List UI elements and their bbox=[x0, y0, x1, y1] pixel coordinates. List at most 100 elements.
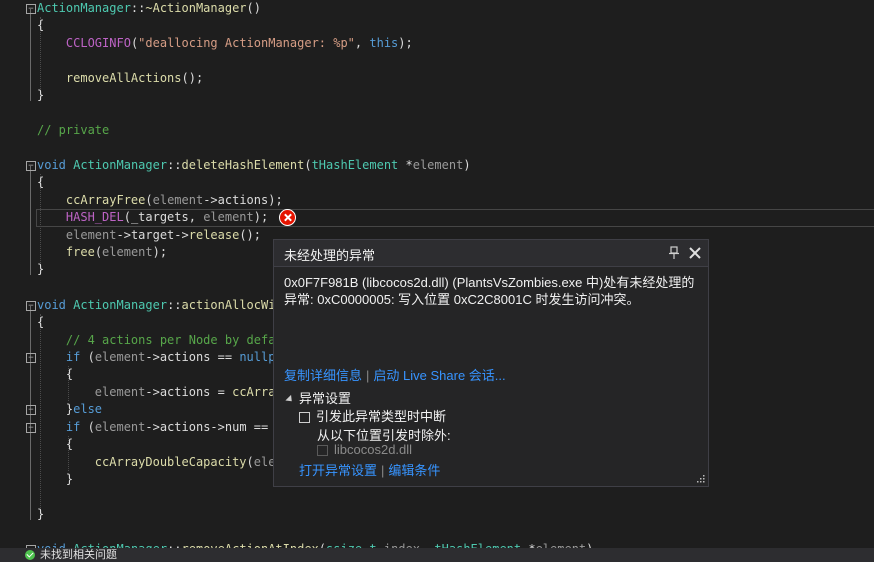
pin-icon[interactable] bbox=[668, 246, 680, 260]
code-text: HASH_DEL(_targets, element); bbox=[37, 209, 268, 226]
live-share-link[interactable]: 启动 Live Share 会话... bbox=[373, 368, 505, 383]
ok-icon bbox=[25, 550, 35, 560]
code-token: * bbox=[398, 158, 413, 172]
fold-toggle-icon[interactable]: − bbox=[26, 161, 36, 171]
code-token: ( bbox=[246, 455, 254, 469]
code-token: // private bbox=[37, 123, 110, 137]
code-line[interactable]: } bbox=[0, 506, 874, 523]
code-token: element bbox=[412, 158, 464, 172]
code-token: ( bbox=[123, 210, 131, 224]
exception-settings-header[interactable]: 异常设置 bbox=[285, 388, 351, 407]
code-token: void bbox=[37, 158, 66, 172]
code-text: }else bbox=[37, 401, 102, 418]
fold-toggle-icon[interactable]: − bbox=[26, 4, 36, 14]
code-token: } bbox=[37, 88, 45, 102]
copy-details-link[interactable]: 复制详细信息 bbox=[284, 368, 362, 383]
resize-grip-icon[interactable] bbox=[696, 474, 705, 483]
popup-title: 未经处理的异常 bbox=[284, 248, 376, 263]
code-line[interactable]: { bbox=[0, 17, 874, 34]
code-token: element bbox=[94, 385, 146, 399]
code-token: // 4 actions per Node by default bbox=[65, 333, 298, 347]
break-when-thrown-row[interactable]: 引发此异常类型时中断 bbox=[299, 406, 446, 425]
code-token: -> bbox=[174, 228, 189, 242]
code-line[interactable]: } bbox=[0, 87, 874, 104]
code-token: element bbox=[203, 210, 254, 224]
code-line[interactable]: { bbox=[0, 174, 874, 191]
code-text: void ActionManager::removeActionAtIndex(… bbox=[37, 541, 593, 548]
collapse-triangle-icon[interactable] bbox=[285, 394, 295, 405]
code-token: (); bbox=[181, 71, 204, 85]
code-line[interactable]: −void ActionManager::removeActionAtIndex… bbox=[0, 541, 874, 548]
code-token: } bbox=[37, 262, 45, 276]
code-token: :: bbox=[167, 298, 182, 312]
code-token: -> bbox=[203, 193, 218, 207]
close-icon[interactable] bbox=[687, 245, 703, 261]
code-text: { bbox=[37, 174, 44, 191]
code-token: ~ActionManager bbox=[145, 1, 247, 15]
code-token: free bbox=[65, 245, 95, 259]
status-text[interactable]: 未找到相关问题 bbox=[40, 548, 117, 562]
code-token: ); bbox=[268, 193, 283, 207]
code-token: release bbox=[188, 228, 240, 242]
code-text: // private bbox=[37, 122, 109, 139]
code-token: -> bbox=[210, 420, 225, 434]
edit-conditions-link[interactable]: 编辑条件 bbox=[388, 463, 440, 478]
code-token: == bbox=[210, 350, 240, 364]
code-token: -> bbox=[116, 228, 131, 242]
code-text: // 4 actions per Node by default bbox=[37, 332, 297, 349]
code-token: ); bbox=[152, 245, 168, 259]
code-token: removeAllActions bbox=[65, 71, 182, 85]
code-line[interactable]: − void ActionManager::deleteHashElement(t… bbox=[0, 157, 874, 174]
module-row: libcocos2d.dll bbox=[317, 442, 412, 457]
code-token: { bbox=[37, 18, 45, 32]
code-token: ); bbox=[398, 36, 413, 50]
code-text: ccArrayFree(element->actions); bbox=[37, 192, 283, 209]
code-text: removeAllActions(); bbox=[37, 70, 203, 87]
code-line[interactable]: removeAllActions(); bbox=[0, 70, 874, 87]
code-token: :: bbox=[167, 158, 182, 172]
code-line[interactable]: CCLOGINFO("deallocing ActionManager: %p"… bbox=[0, 35, 874, 52]
code-line[interactable]: ccArrayFree(element->actions); bbox=[0, 192, 874, 209]
module-checkbox bbox=[317, 445, 328, 457]
code-token: element bbox=[94, 350, 146, 364]
code-token: actions bbox=[159, 420, 211, 434]
code-text: { bbox=[37, 366, 73, 383]
code-token: void bbox=[37, 298, 66, 312]
error-icon[interactable] bbox=[279, 209, 296, 226]
code-token: -> bbox=[145, 350, 160, 364]
break-when-thrown-checkbox[interactable] bbox=[299, 412, 310, 424]
code-token: ( bbox=[304, 158, 312, 172]
code-token: -> bbox=[145, 385, 160, 399]
fold-toggle-icon[interactable]: − bbox=[26, 423, 36, 433]
code-line[interactable]: HASH_DEL(_targets, element); bbox=[0, 209, 874, 226]
code-text: free(element); bbox=[37, 244, 167, 261]
code-token: target bbox=[130, 228, 175, 242]
code-text: element->target->release(); bbox=[37, 227, 261, 244]
open-exception-settings-link[interactable]: 打开异常设置 bbox=[299, 463, 377, 478]
code-text: ActionManager::~ActionManager() bbox=[37, 0, 261, 17]
link-separator: | bbox=[366, 368, 370, 383]
fold-toggle-icon[interactable]: − bbox=[26, 301, 36, 311]
code-token: (); bbox=[239, 228, 262, 242]
code-token: () bbox=[246, 1, 261, 15]
fold-toggle-icon[interactable]: − bbox=[26, 405, 36, 415]
code-text: if (element->actions == nullptr) bbox=[37, 349, 297, 366]
code-line[interactable]: // private bbox=[0, 122, 874, 139]
settings-links: 打开异常设置 | 编辑条件 bbox=[299, 460, 440, 479]
fold-toggle-icon[interactable]: − bbox=[26, 353, 36, 363]
code-token: == bbox=[246, 420, 276, 434]
code-line[interactable]: − ActionManager::~ActionManager() bbox=[0, 0, 874, 17]
code-token: } bbox=[37, 402, 74, 416]
code-token: actions bbox=[159, 385, 211, 399]
code-token: ActionManager bbox=[37, 1, 131, 15]
code-token: tHashElement bbox=[311, 158, 399, 172]
code-token: "deallocing ActionManager: %p" bbox=[138, 36, 355, 50]
